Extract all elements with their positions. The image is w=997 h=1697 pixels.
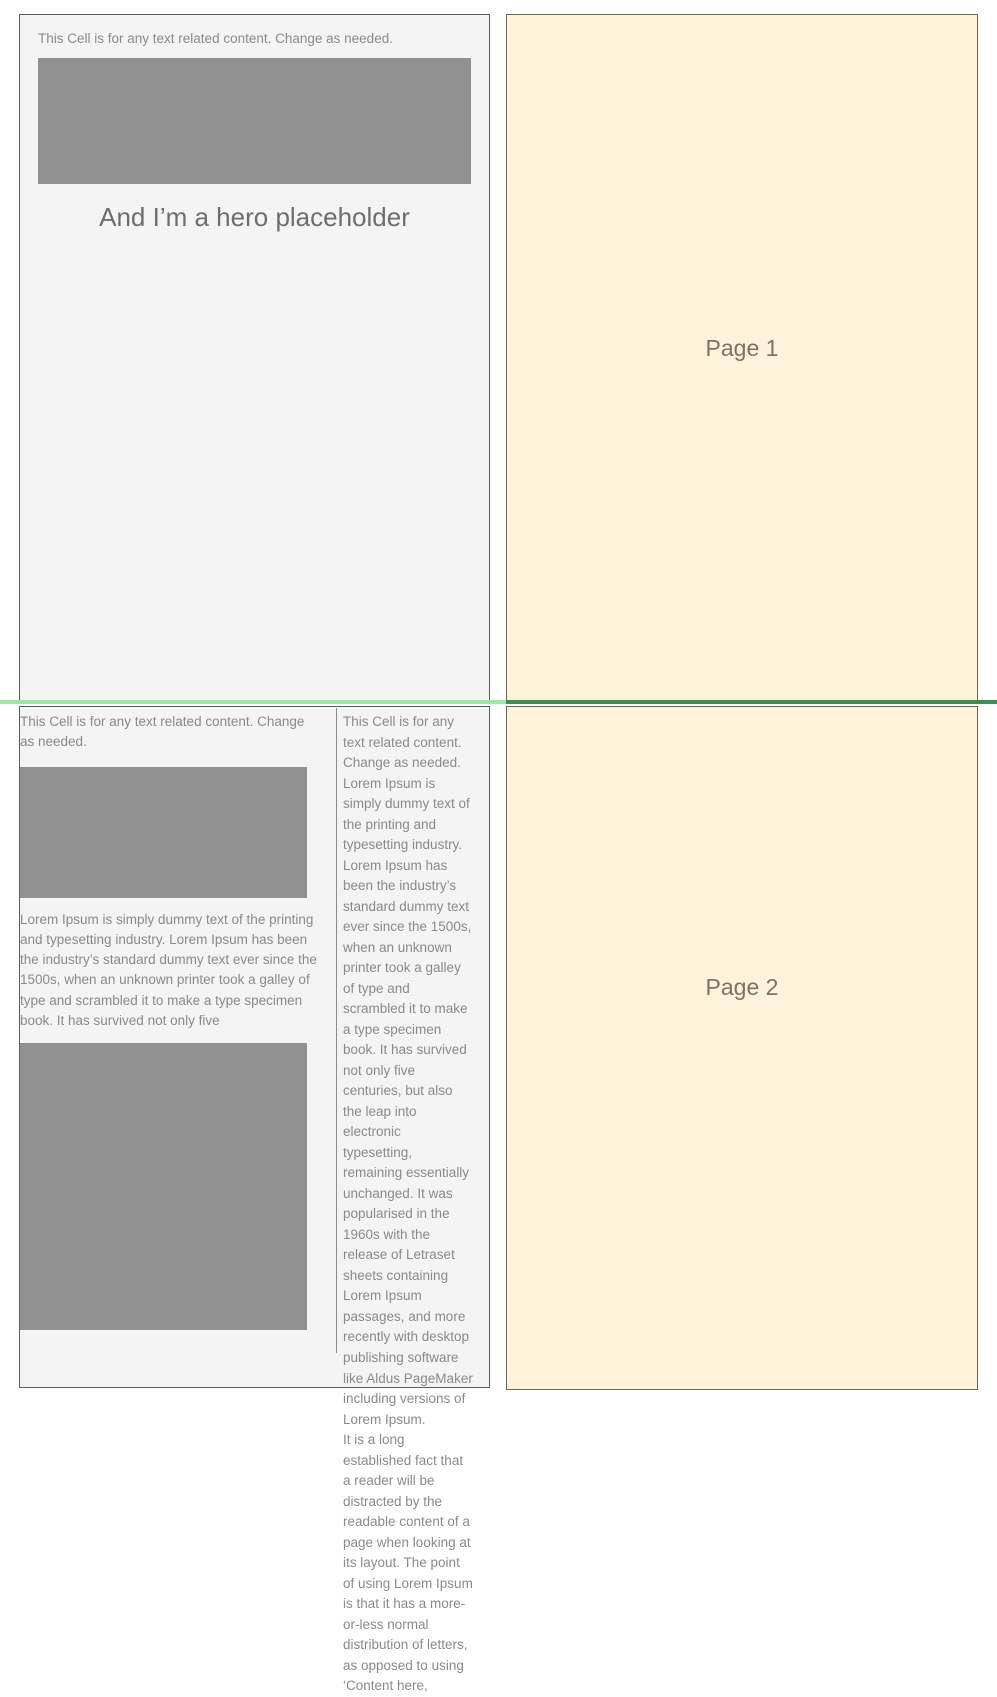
page-2-cell: Page 2 xyxy=(506,706,978,1390)
hero-image-placeholder xyxy=(38,57,471,184)
row2-left-body-copy: Lorem Ipsum is simply dummy text of the … xyxy=(20,912,317,1028)
row2-left-column: This Cell is for any text related conten… xyxy=(20,712,318,1330)
page-break-rule-right xyxy=(506,700,997,704)
image-placeholder-top xyxy=(20,767,307,899)
row2-column-divider xyxy=(336,708,337,1353)
hero-caption: And I’m a hero placeholder xyxy=(99,201,410,232)
page-2-label: Page 2 xyxy=(705,974,779,1000)
image-placeholder-bottom xyxy=(20,1042,307,1330)
page-1-cell: Page 1 xyxy=(506,14,978,702)
row2-narrow-paragraph-1: This Cell is for any text related conten… xyxy=(343,714,473,1427)
row2-left-cell-note: This Cell is for any text related conten… xyxy=(20,714,305,749)
row2-narrow-column: This Cell is for any text related conten… xyxy=(343,712,473,1697)
row1-cell-note: This Cell is for any text related conten… xyxy=(38,31,393,46)
page-break-rule-left xyxy=(0,700,506,704)
page-1-label: Page 1 xyxy=(705,335,779,361)
row1-content-cell: This Cell is for any text related conten… xyxy=(19,14,490,702)
row2-narrow-paragraph-2: It is a long established fact that a rea… xyxy=(343,1432,473,1694)
